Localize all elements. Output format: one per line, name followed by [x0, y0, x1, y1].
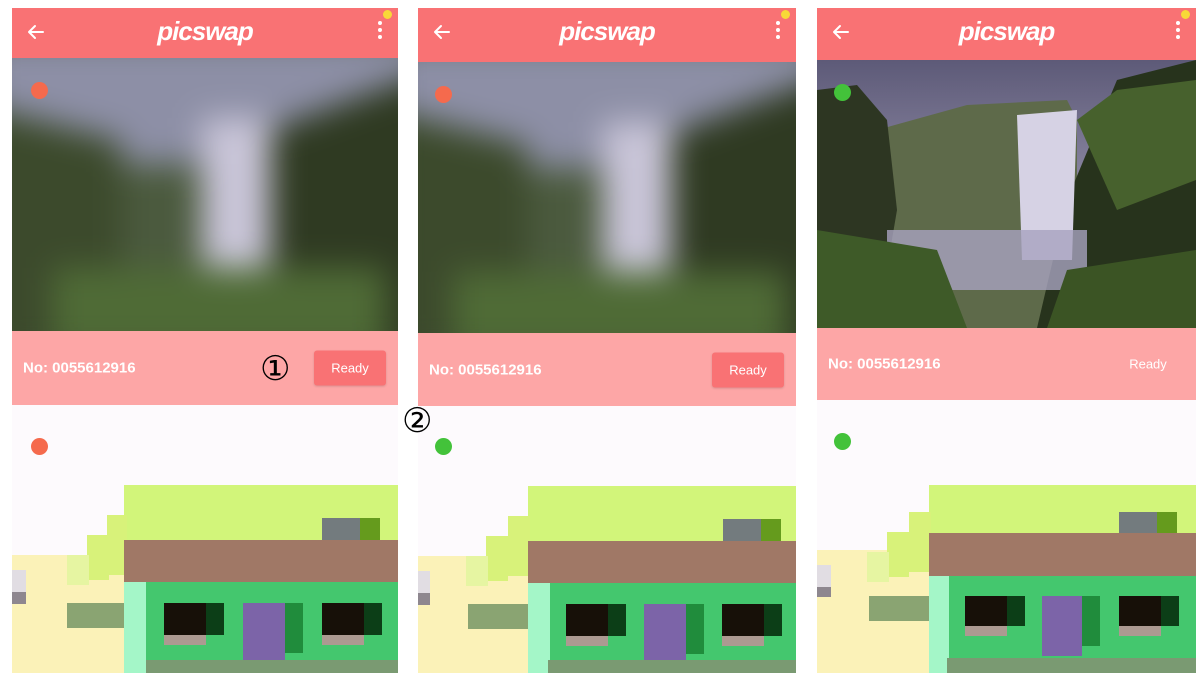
info-bar: No: 0055612916 Ready	[12, 331, 398, 405]
screen-panel-1: picswap No: 0055612916 Ready	[12, 8, 398, 673]
notification-dot	[781, 10, 790, 19]
annotation-marker-2: ②	[402, 401, 433, 441]
notification-dot	[1181, 10, 1190, 19]
screen-panel-3: picswap No: 0055612916 Ready	[817, 8, 1196, 673]
photo-image	[817, 60, 1196, 328]
photo-status-dot	[31, 82, 48, 99]
pixel-art-status-dot	[435, 438, 452, 455]
pixel-art-status-dot	[31, 438, 48, 455]
serial-number: No: 0055612916	[429, 361, 542, 378]
notification-dot	[383, 10, 392, 19]
app-bar: picswap	[817, 8, 1196, 60]
ready-button[interactable]: Ready	[314, 350, 386, 386]
app-bar: picswap	[418, 8, 796, 62]
more-vertical-icon[interactable]	[1174, 18, 1182, 46]
info-bar: No: 0055612916 Ready	[817, 328, 1196, 400]
photo-image	[12, 58, 398, 331]
photo-status-dot	[834, 84, 851, 101]
serial-number: No: 0055612916	[23, 359, 136, 377]
serial-number: No: 0055612916	[828, 355, 941, 373]
photo-image	[418, 62, 796, 333]
pixel-art-image	[817, 400, 1196, 673]
photo-status-dot	[435, 86, 452, 103]
pixel-art-image	[12, 405, 398, 673]
annotation-marker-1: ①	[260, 349, 291, 389]
back-arrow-icon[interactable]	[432, 22, 452, 42]
info-bar: No: 0055612916 Ready	[418, 333, 796, 406]
ready-button[interactable]: Ready	[712, 352, 784, 387]
more-vertical-icon[interactable]	[376, 18, 384, 46]
app-logo: picswap	[559, 16, 656, 46]
app-logo: picswap	[157, 16, 254, 46]
more-vertical-icon[interactable]	[774, 18, 782, 46]
screen-panel-2: picswap No: 0055612916 Ready	[418, 8, 796, 673]
pixel-art-status-dot	[834, 433, 851, 450]
app-logo: picswap	[958, 16, 1056, 46]
back-arrow-icon[interactable]	[26, 22, 46, 42]
pixel-art-image	[418, 406, 796, 673]
app-bar: picswap	[12, 8, 398, 58]
ready-label: Ready	[1129, 356, 1167, 372]
back-arrow-icon[interactable]	[831, 22, 851, 42]
